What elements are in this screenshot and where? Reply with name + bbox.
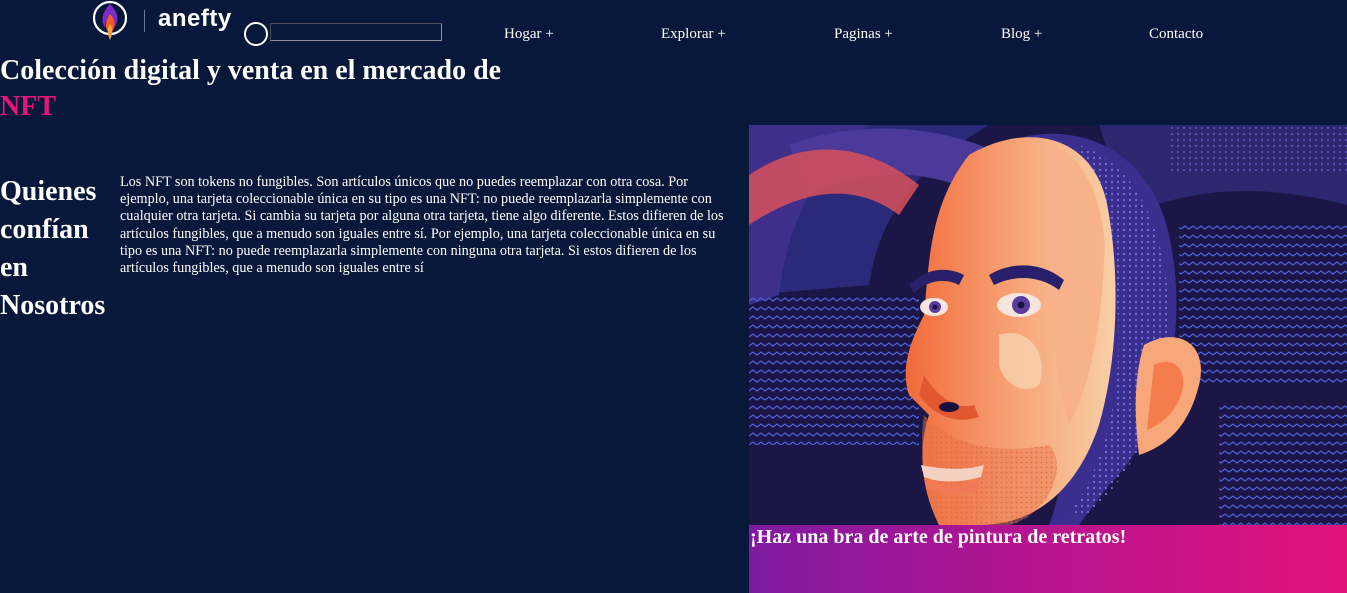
art-caption-banner: ¡Haz una bra de arte de pintura de retra…	[749, 525, 1347, 593]
nav-item-blog[interactable]: Blog +	[1001, 26, 1042, 43]
page: anefty Hogar + Explorar + Paginas + Blog…	[0, 0, 1347, 593]
nav-item-explorar[interactable]: Explorar +	[661, 26, 726, 43]
portrait-artwork	[749, 125, 1347, 525]
nav-item-hogar[interactable]: Hogar +	[504, 26, 554, 43]
hero-title-accent: NFT	[0, 91, 56, 122]
portrait-illustration	[749, 125, 1347, 525]
art-caption: ¡Haz una bra de arte de pintura de retra…	[750, 526, 1127, 548]
hero-title: Colección digital y venta en el mercado …	[0, 53, 620, 125]
nav-item-contacto[interactable]: Contacto	[1149, 26, 1203, 43]
main-nav: Hogar + Explorar + Paginas + Blog + Cont…	[0, 26, 1347, 46]
about-heading: Quienes confían en Nosotros	[0, 176, 106, 321]
nav-item-paginas[interactable]: Paginas +	[834, 26, 893, 43]
about-paragraph: Los NFT son tokens no fungibles. Son art…	[120, 174, 724, 277]
hero-title-line: Colección digital y venta en el mercado …	[0, 55, 502, 86]
